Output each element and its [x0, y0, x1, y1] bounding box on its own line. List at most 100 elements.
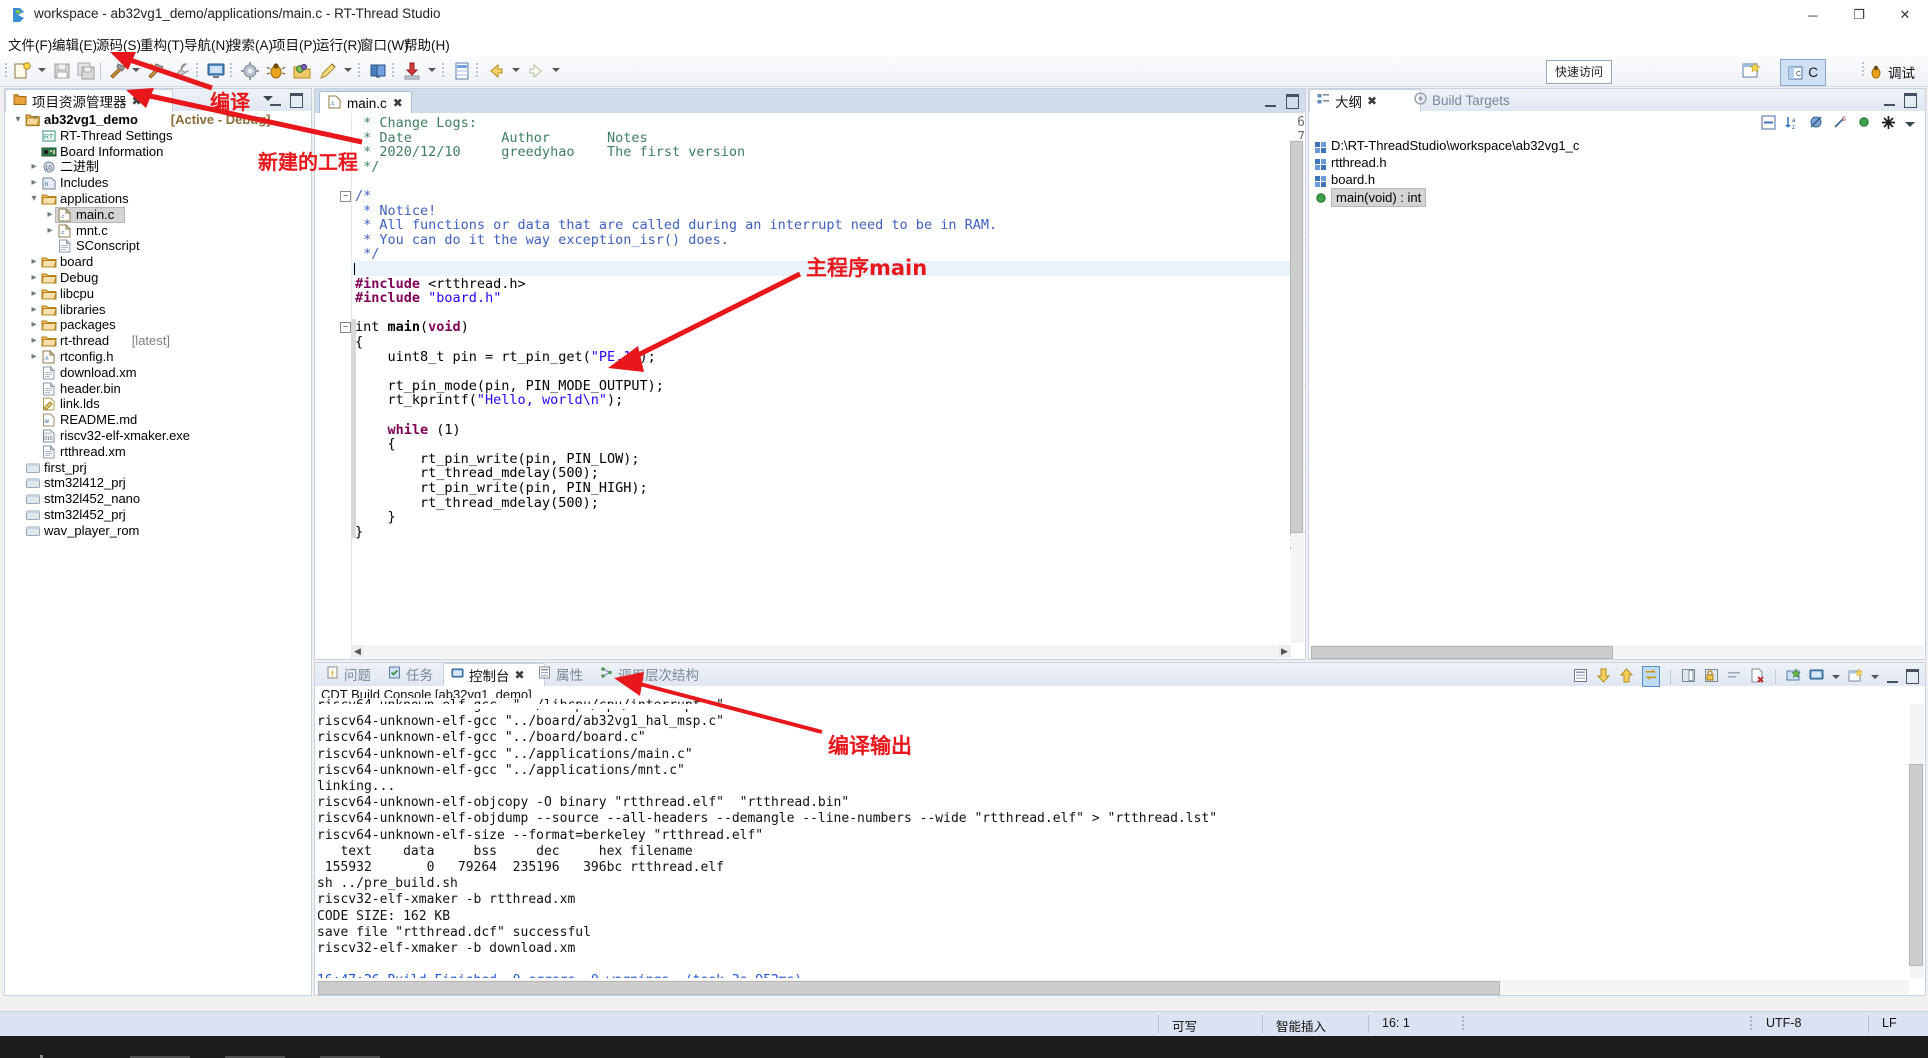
maximize-button[interactable]: ❐: [1836, 0, 1882, 30]
clear-console-icon[interactable]: [1727, 668, 1742, 686]
tree-item-stm32l452-prj[interactable]: stm32l452_prj: [5, 507, 311, 523]
quick-access-input[interactable]: 快速访问: [1546, 60, 1612, 84]
outline-item[interactable]: D:\RT-ThreadStudio\workspace\ab32vg1_c: [1309, 137, 1925, 154]
editor-code-area[interactable]: 6 * Change Logs:7 * Date Author Notes8 *…: [315, 113, 1305, 659]
tree-item-rtconfig-h[interactable]: ▸ .h rtconfig.h: [5, 349, 311, 365]
menu-file[interactable]: 文件(F): [8, 34, 52, 54]
console-vertical-scrollbar[interactable]: [1909, 704, 1924, 978]
pin-console-icon[interactable]: [1786, 667, 1801, 686]
tree-expand-arrow[interactable]: ▸: [29, 175, 39, 191]
open-package-icon[interactable]: [292, 61, 312, 81]
tree-item-mnt-c[interactable]: ▸ .c mnt.c: [5, 223, 311, 239]
toolbar-drag-handle-2[interactable]: [196, 63, 198, 79]
collapse-all-icon[interactable]: [1761, 115, 1776, 133]
tree-item-download-xm[interactable]: download.xm: [5, 365, 311, 381]
tree-item-libcpu[interactable]: ▸ libcpu: [5, 286, 311, 302]
toolbar-drag-handle-6[interactable]: [442, 63, 444, 79]
remove-console-icon[interactable]: [1750, 668, 1765, 686]
toolbar-drag-handle-4[interactable]: [358, 63, 360, 79]
tree-item-rt-thread-settings[interactable]: RT RT-Thread Settings: [5, 128, 311, 144]
tree-expand-arrow[interactable]: ▸: [29, 254, 39, 270]
outline-maximize-icon[interactable]: [1904, 93, 1917, 108]
tree-expand-arrow[interactable]: ▸: [29, 317, 39, 333]
tree-item-rtthread-xm[interactable]: rtthread.xm: [5, 444, 311, 460]
tree-item-applications[interactable]: ▾ applications: [5, 191, 311, 207]
tree-expand-arrow[interactable]: ▸: [45, 223, 55, 239]
tab-call-hierarchy[interactable]: 调用层次结构: [593, 663, 706, 685]
menu-window[interactable]: 窗口(W): [360, 34, 409, 54]
pencil-dropdown-arrow[interactable]: [344, 68, 352, 72]
tab-outline[interactable]: 大纲 ✖: [1309, 89, 1421, 112]
menu-source[interactable]: 源码(S): [96, 34, 141, 54]
tree-expand-arrow[interactable]: ▸: [29, 349, 39, 365]
editor-minimize-icon[interactable]: [1265, 94, 1276, 107]
console-horizontal-scrollbar[interactable]: [317, 980, 1909, 995]
tree-collapse-arrow[interactable]: ▾: [29, 191, 39, 207]
menu-refactor[interactable]: 重构(T): [140, 34, 184, 54]
book-icon[interactable]: [368, 61, 388, 81]
menu-help[interactable]: 帮助(H): [404, 34, 450, 54]
outline-minimize-icon[interactable]: [1884, 93, 1895, 106]
tree-item-board[interactable]: ▸ board: [5, 254, 311, 270]
registers-icon[interactable]: [452, 61, 472, 81]
tree-item-link-lds[interactable]: link.lds: [5, 396, 311, 412]
explorer-view-menu-icon[interactable]: [263, 96, 273, 101]
outline-hscroll-thumb[interactable]: [1311, 646, 1613, 659]
display-selected-console-icon[interactable]: [1809, 668, 1824, 686]
forward-dropdown-arrow[interactable]: [552, 68, 560, 72]
build-hammer-icon[interactable]: [108, 61, 128, 81]
wrench-icon[interactable]: [172, 61, 192, 81]
settings-gear-icon[interactable]: [240, 61, 260, 81]
tree-expand-arrow[interactable]: ▸: [29, 159, 39, 175]
tree-expand-arrow[interactable]: ▸: [29, 333, 39, 349]
tab-tasks[interactable]: 任务: [381, 663, 440, 685]
open-console-icon[interactable]: [1848, 667, 1864, 686]
build-dropdown-arrow[interactable]: [132, 68, 140, 72]
hide-nonpublic-icon[interactable]: [1857, 115, 1872, 133]
tree-expand-arrow[interactable]: ▸: [45, 207, 55, 223]
hide-static-icon[interactable]: S: [1833, 115, 1848, 133]
outline-close-icon[interactable]: ✖: [1367, 94, 1377, 108]
tab-project-explorer[interactable]: 项目资源管理器 ✖: [5, 89, 173, 112]
close-button[interactable]: ✕: [1882, 0, 1928, 30]
new-file-icon[interactable]: [12, 61, 32, 81]
tree-item-first-prj[interactable]: first_prj: [5, 460, 311, 476]
menu-run[interactable]: 运行(R): [316, 34, 362, 54]
editor-vertical-scrollbar[interactable]: [1290, 139, 1304, 643]
outline-tree[interactable]: D:\RT-ThreadStudio\workspace\ab32vg1_c rt…: [1309, 137, 1925, 643]
save-all-icon[interactable]: [76, 61, 96, 81]
open-perspective-icon[interactable]: [1740, 60, 1762, 82]
tree-item-riscv32-elf-xmaker-exe[interactable]: 010 riscv32-elf-xmaker.exe: [5, 428, 311, 444]
download-dropdown-arrow[interactable]: [428, 68, 436, 72]
perspective-debug-button[interactable]: 调试: [1863, 59, 1920, 84]
menu-edit[interactable]: 编辑(E): [52, 34, 97, 54]
tree-item-packages[interactable]: ▸ packages: [5, 317, 311, 333]
editor-vscroll-thumb[interactable]: [1290, 141, 1303, 533]
tree-item-header-bin[interactable]: header.bin: [5, 381, 311, 397]
pencil-icon[interactable]: [318, 61, 338, 81]
editor-close-icon[interactable]: ✖: [393, 96, 403, 110]
new-file-dropdown-arrow[interactable]: [38, 68, 46, 72]
console-maximize-icon[interactable]: [1906, 669, 1919, 684]
explorer-maximize-icon[interactable]: [290, 93, 303, 108]
hide-fields-icon[interactable]: [1809, 115, 1824, 133]
show-console-view-icon[interactable]: [1573, 668, 1588, 686]
console-output[interactable]: riscv64-unknown-elf-gcc "../libcpu/cpu/i…: [317, 698, 1909, 978]
tree-item-readme-md[interactable]: w README.md: [5, 412, 311, 428]
tree-item-libraries[interactable]: ▸ libraries: [5, 302, 311, 318]
tree-expand-arrow[interactable]: ▸: [29, 302, 39, 318]
tab-properties[interactable]: 属性: [531, 663, 590, 685]
toolbar-drag-handle-1[interactable]: [5, 63, 7, 79]
open-console-dropdown-arrow[interactable]: [1871, 674, 1879, 679]
menu-navigate[interactable]: 导航(N): [184, 34, 230, 54]
editor-hscroll-left-arrow[interactable]: ◀: [351, 645, 364, 658]
explorer-close-icon[interactable]: ✖: [132, 94, 142, 108]
outline-item[interactable]: rtthread.h: [1309, 154, 1925, 171]
perspective-c-button[interactable]: C C: [1780, 59, 1826, 86]
terminal-icon[interactable]: [206, 61, 226, 81]
tab-problems[interactable]: 问题: [319, 663, 378, 685]
back-dropdown-arrow[interactable]: [512, 68, 520, 72]
tree-expand-arrow[interactable]: ▸: [29, 286, 39, 302]
tree-item-sconscript[interactable]: SConscript: [5, 238, 311, 254]
project-tree[interactable]: ▾ c ab32vg1_demo [Active - Debug] RT RT-Threa…: [5, 112, 311, 995]
